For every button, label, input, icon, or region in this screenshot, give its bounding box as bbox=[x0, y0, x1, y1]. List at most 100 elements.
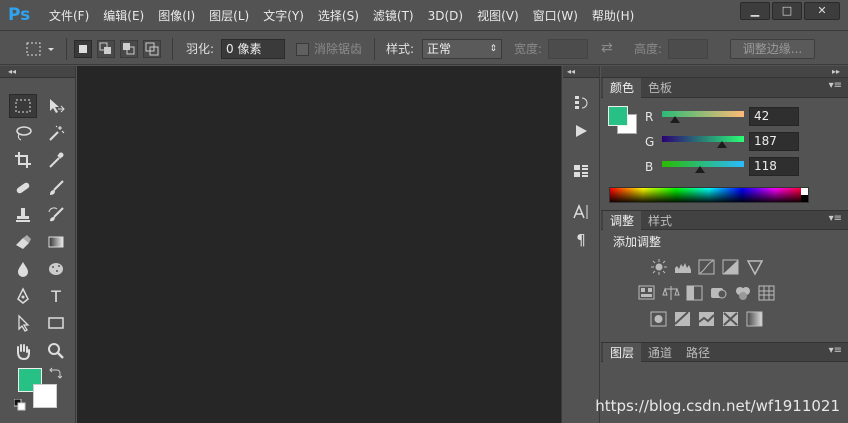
refine-edge-button[interactable]: 调整边缘... bbox=[730, 39, 815, 59]
tab-adjustments[interactable]: 调整 bbox=[603, 211, 642, 231]
character-icon[interactable] bbox=[569, 201, 593, 223]
swap-colors-icon[interactable] bbox=[48, 366, 63, 380]
photo-filter-icon[interactable] bbox=[709, 284, 729, 302]
pen-tool[interactable] bbox=[9, 284, 37, 308]
black-white-icon[interactable] bbox=[685, 284, 705, 302]
history-brush-tool[interactable] bbox=[42, 203, 70, 227]
menu-help[interactable]: 帮助(H) bbox=[585, 7, 641, 25]
blur-tool[interactable] bbox=[9, 257, 37, 281]
height-input[interactable] bbox=[668, 39, 708, 59]
gradient-map-icon[interactable] bbox=[745, 310, 765, 328]
feather-input[interactable]: 0 像素 bbox=[221, 39, 285, 59]
default-colors-icon[interactable] bbox=[13, 398, 26, 411]
maximize-button[interactable]: □ bbox=[772, 2, 802, 20]
threshold-icon[interactable] bbox=[697, 310, 717, 328]
menu-window[interactable]: 窗口(W) bbox=[526, 7, 585, 25]
gradient-tool[interactable] bbox=[42, 230, 70, 254]
menu-3d[interactable]: 3D(D) bbox=[421, 7, 470, 25]
color-balance-icon[interactable] bbox=[661, 284, 681, 302]
tab-styles[interactable]: 样式 bbox=[641, 211, 679, 231]
healing-brush-tool[interactable] bbox=[9, 176, 37, 200]
menu-filter[interactable]: 滤镜(T) bbox=[366, 7, 421, 25]
history-icon[interactable] bbox=[569, 92, 593, 114]
layers-panel-tabs: 图层 通道 路径 ▾≡ bbox=[601, 342, 848, 363]
properties-icon[interactable] bbox=[569, 160, 593, 182]
tab-paths[interactable]: 路径 bbox=[679, 343, 717, 363]
selective-color-icon[interactable] bbox=[721, 310, 741, 328]
hand-tool[interactable] bbox=[9, 339, 37, 363]
rectangle-tool[interactable] bbox=[42, 311, 70, 335]
feather-label: 羽化: bbox=[186, 42, 215, 56]
tab-color[interactable]: 颜色 bbox=[603, 78, 642, 98]
eraser-tool[interactable] bbox=[9, 230, 37, 254]
width-input[interactable] bbox=[548, 39, 588, 59]
panel-menu-icon[interactable]: ▾≡ bbox=[829, 80, 842, 91]
subtract-selection-button[interactable] bbox=[120, 40, 138, 58]
green-slider-thumb[interactable] bbox=[717, 141, 727, 148]
blue-value-input[interactable]: 118 bbox=[749, 157, 799, 176]
document-canvas-area[interactable] bbox=[77, 66, 562, 423]
close-button[interactable]: ✕ bbox=[804, 2, 840, 20]
zoom-tool[interactable] bbox=[42, 339, 70, 363]
lasso-icon bbox=[16, 126, 32, 141]
green-value-input[interactable]: 187 bbox=[749, 132, 799, 151]
posterize-icon[interactable] bbox=[673, 310, 693, 328]
intersect-selection-button[interactable] bbox=[143, 40, 161, 58]
tab-swatches[interactable]: 色板 bbox=[641, 78, 679, 98]
lasso-tool[interactable] bbox=[9, 121, 37, 145]
brightness-contrast-icon[interactable] bbox=[649, 258, 669, 276]
brush-tool[interactable] bbox=[42, 176, 70, 200]
menu-select[interactable]: 选择(S) bbox=[311, 7, 366, 25]
clone-stamp-tool[interactable] bbox=[9, 203, 37, 227]
path-select-icon bbox=[18, 314, 30, 332]
collapse-toolbar-button[interactable]: ◂◂ bbox=[0, 66, 75, 78]
new-selection-button[interactable] bbox=[74, 40, 92, 58]
color-lookup-icon[interactable] bbox=[757, 284, 777, 302]
menu-type[interactable]: 文字(Y) bbox=[256, 7, 311, 25]
menu-view[interactable]: 视图(V) bbox=[470, 7, 526, 25]
tab-layers[interactable]: 图层 bbox=[603, 343, 642, 363]
eyedropper-tool[interactable] bbox=[42, 148, 70, 172]
invert-icon[interactable] bbox=[649, 310, 669, 328]
rect-marquee-tool[interactable] bbox=[9, 94, 37, 118]
crop-tool[interactable] bbox=[9, 148, 37, 172]
blue-slider-thumb[interactable] bbox=[695, 166, 705, 173]
background-color-swatch[interactable] bbox=[33, 384, 57, 408]
paragraph-icon[interactable]: ¶ bbox=[569, 229, 593, 251]
actions-play-icon[interactable] bbox=[569, 120, 593, 142]
menu-edit[interactable]: 编辑(E) bbox=[96, 7, 151, 25]
spectrum-black-chip[interactable] bbox=[801, 195, 808, 202]
sponge-tool[interactable] bbox=[42, 257, 70, 281]
panels-collapse-bar[interactable]: ▸▸ bbox=[601, 66, 848, 78]
exposure-icon[interactable] bbox=[721, 258, 741, 276]
green-slider-track[interactable] bbox=[662, 136, 744, 142]
spectrum-white-chip[interactable] bbox=[801, 188, 808, 195]
tools-panel: ◂◂ T bbox=[0, 66, 76, 423]
magic-wand-tool[interactable] bbox=[42, 121, 70, 145]
move-tool[interactable] bbox=[42, 94, 70, 118]
menu-layer[interactable]: 图层(L) bbox=[202, 7, 256, 25]
tab-channels[interactable]: 通道 bbox=[641, 343, 679, 363]
add-selection-button[interactable] bbox=[97, 40, 115, 58]
minimize-button[interactable]: ▁ bbox=[740, 2, 770, 20]
menu-image[interactable]: 图像(I) bbox=[151, 7, 202, 25]
antialias-checkbox[interactable] bbox=[296, 43, 309, 56]
channel-mixer-icon[interactable] bbox=[733, 284, 753, 302]
vibrance-icon[interactable] bbox=[745, 258, 765, 276]
tool-preset-picker[interactable] bbox=[26, 41, 56, 60]
style-select[interactable]: 正常 ⇕ bbox=[422, 39, 502, 59]
panel-menu-icon[interactable]: ▾≡ bbox=[829, 345, 842, 356]
curves-icon[interactable] bbox=[697, 258, 717, 276]
red-slider-thumb[interactable] bbox=[670, 116, 680, 123]
panel-menu-icon[interactable]: ▾≡ bbox=[829, 213, 842, 224]
hue-saturation-icon[interactable] bbox=[637, 284, 657, 302]
path-select-tool[interactable] bbox=[9, 311, 37, 335]
red-value-input[interactable]: 42 bbox=[749, 107, 799, 126]
color-spectrum-bar[interactable] bbox=[609, 187, 809, 203]
menu-file[interactable]: 文件(F) bbox=[42, 7, 96, 25]
swap-dimensions-icon[interactable]: ⇄ bbox=[601, 39, 613, 57]
levels-icon[interactable] bbox=[673, 258, 693, 276]
text-tool[interactable]: T bbox=[42, 284, 70, 308]
dock-collapse-bar[interactable]: ◂◂ bbox=[563, 66, 599, 78]
color-fg-swatch[interactable] bbox=[608, 106, 628, 126]
